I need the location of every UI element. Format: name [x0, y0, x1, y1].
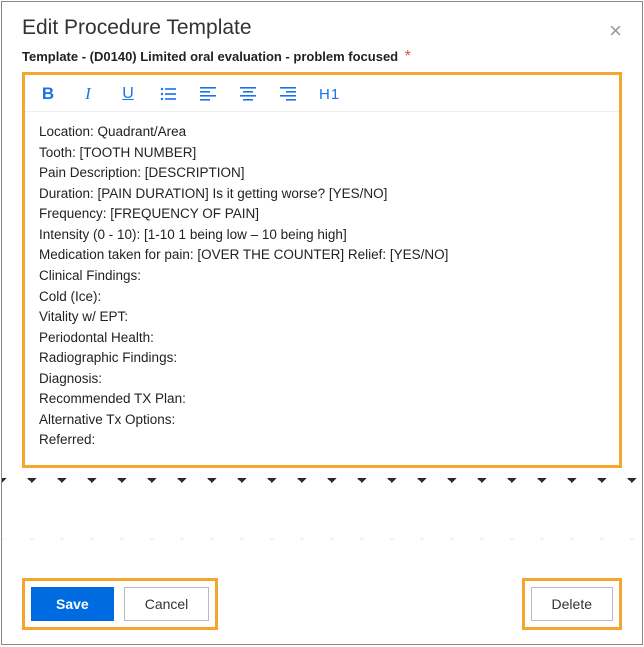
danger-actions-group: Delete — [522, 578, 622, 630]
template-line: Medication taken for pain: [OVER THE COU… — [39, 245, 605, 265]
save-button[interactable]: Save — [31, 587, 114, 621]
primary-actions-group: Save Cancel — [22, 578, 218, 630]
template-line: Pain Description: [DESCRIPTION] — [39, 163, 605, 183]
heading-button[interactable]: H1 — [319, 85, 340, 103]
template-line: Frequency: [FREQUENCY OF PAIN] — [39, 204, 605, 224]
bold-button[interactable]: B — [39, 85, 57, 103]
template-line: Referred: — [39, 430, 605, 450]
template-editor: B I U H1 Location: Quadrant/Area Tooth: … — [22, 72, 622, 468]
content-truncation-divider — [2, 478, 642, 498]
dialog-footer: Save Cancel Delete — [22, 578, 622, 630]
cancel-button[interactable]: Cancel — [124, 587, 210, 621]
align-right-icon[interactable] — [279, 85, 297, 103]
template-line: Vitality w/ EPT: — [39, 307, 605, 327]
delete-button[interactable]: Delete — [531, 587, 613, 621]
template-line: Location: Quadrant/Area — [39, 122, 605, 142]
edit-procedure-template-dialog: Edit Procedure Template × Template - (D0… — [1, 1, 643, 645]
template-field-label: Template - (D0140) Limited oral evaluati… — [22, 49, 398, 64]
content-truncation-divider-light — [2, 538, 642, 556]
template-line: Diagnosis: — [39, 369, 605, 389]
close-icon[interactable]: × — [609, 20, 622, 42]
template-line: Clinical Findings: — [39, 266, 605, 286]
required-indicator: * — [405, 48, 411, 65]
align-center-icon[interactable] — [239, 85, 257, 103]
dialog-header: Edit Procedure Template × — [2, 2, 642, 48]
align-left-icon[interactable] — [199, 85, 217, 103]
underline-button[interactable]: U — [119, 85, 137, 103]
template-line: Intensity (0 - 10): [1-10 1 being low – … — [39, 225, 605, 245]
list-bullet-icon[interactable] — [159, 85, 177, 103]
template-line: Recommended TX Plan: — [39, 389, 605, 409]
editor-toolbar: B I U H1 — [25, 75, 619, 112]
template-line: Periodontal Health: — [39, 328, 605, 348]
template-line: Cold (Ice): — [39, 287, 605, 307]
template-textarea[interactable]: Location: Quadrant/Area Tooth: [TOOTH NU… — [25, 112, 619, 465]
template-line: Radiographic Findings: — [39, 348, 605, 368]
template-line: Duration: [PAIN DURATION] Is it getting … — [39, 184, 605, 204]
dialog-title: Edit Procedure Template — [22, 16, 622, 40]
italic-button[interactable]: I — [79, 85, 97, 103]
template-line: Tooth: [TOOTH NUMBER] — [39, 143, 605, 163]
template-line: Alternative Tx Options: — [39, 410, 605, 430]
field-label-row: Template - (D0140) Limited oral evaluati… — [2, 48, 642, 72]
